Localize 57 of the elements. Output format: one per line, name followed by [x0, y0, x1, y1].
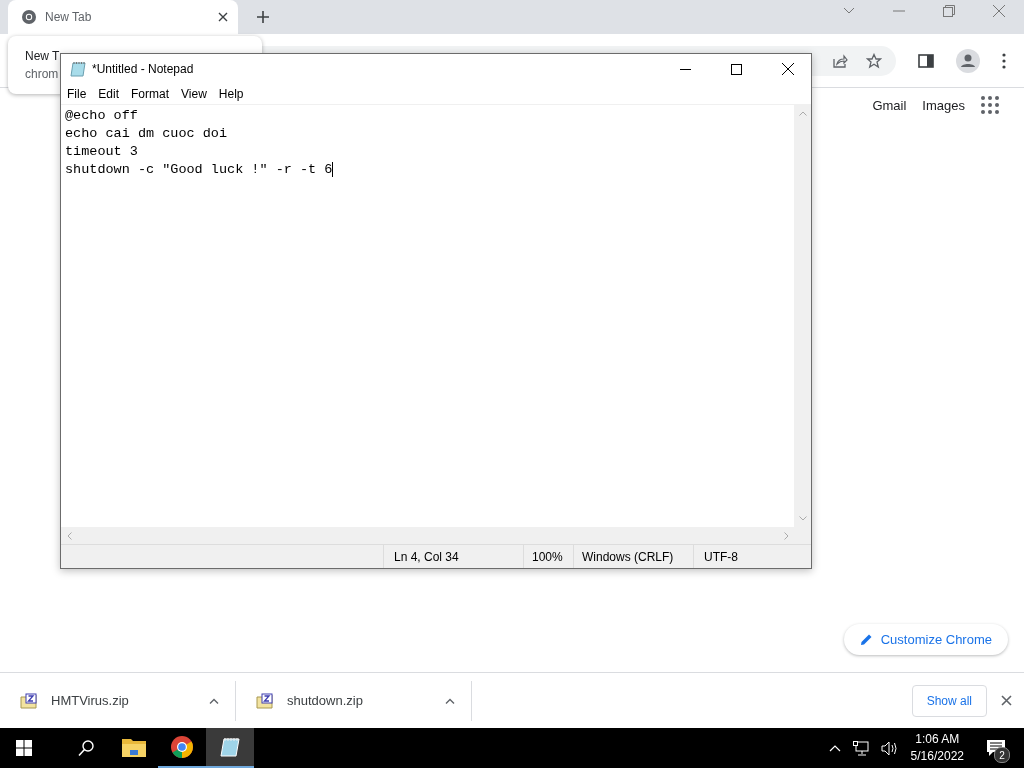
star-icon[interactable] [866, 52, 882, 69]
profile-icon[interactable] [956, 48, 980, 73]
code-line: echo cai dm cuoc doi [65, 126, 228, 141]
close-icon[interactable] [1001, 695, 1012, 706]
status-line-ending: Windows (CRLF) [573, 545, 693, 568]
restore-icon[interactable] [943, 4, 955, 17]
taskbar-notepad-button[interactable] [206, 728, 254, 768]
chrome-icon [170, 735, 194, 759]
chrome-icon [21, 9, 37, 25]
status-encoding: UTF-8 [693, 545, 811, 568]
text-editor[interactable]: @echo off echo cai dm cuoc doi timeout 3 shutdown -c "Good luck !" -r -t 6 [61, 105, 794, 527]
menu-item[interactable]: View [181, 87, 207, 101]
code-line: shutdown -c "Good luck !" -r -t 6 [65, 162, 333, 177]
tooltip-url: chrom [25, 67, 59, 81]
clock-time[interactable]: 1:06 AM [915, 731, 960, 748]
minimize-icon[interactable] [680, 68, 691, 70]
zip-file-icon [20, 692, 38, 709]
menu-item[interactable]: Help [218, 87, 244, 101]
close-icon[interactable] [218, 12, 228, 22]
speaker-icon[interactable] [880, 740, 899, 756]
search-icon[interactable] [78, 739, 94, 757]
folder-icon [122, 737, 146, 757]
menu-item[interactable]: Edit [98, 87, 120, 101]
chevron-down-icon[interactable] [843, 6, 855, 15]
apps-grid-icon[interactable] [981, 96, 999, 114]
plus-icon[interactable] [256, 10, 270, 24]
status-position: Ln 4, Col 34 [383, 545, 523, 568]
notification-count-badge: 2 [994, 747, 1010, 763]
close-icon[interactable] [782, 63, 794, 75]
notepad-icon [70, 61, 86, 77]
side-panel-icon[interactable] [918, 53, 934, 68]
network-icon[interactable] [852, 740, 869, 756]
caret-up-icon[interactable] [209, 697, 219, 704]
code-line: @echo off [65, 108, 138, 123]
customize-chrome-button[interactable]: Customize Chrome [843, 624, 1008, 655]
pencil-icon [859, 633, 873, 646]
download-item[interactable]: HMTVirus.zip [0, 680, 236, 721]
window-title: *Untitled - Notepad [92, 62, 194, 76]
menu-item[interactable]: File [67, 87, 87, 101]
code-line: timeout 3 [65, 144, 138, 159]
maximize-icon[interactable] [731, 63, 742, 75]
header-link[interactable]: Images [922, 97, 965, 113]
show-all-button[interactable]: Show all [911, 684, 987, 717]
more-icon[interactable] [1002, 52, 1006, 69]
caret-up-icon[interactable] [445, 697, 455, 704]
header-link[interactable]: Gmail [872, 97, 907, 113]
browser-tab[interactable]: New Tab [8, 0, 238, 34]
tooltip-title: New T [25, 49, 60, 63]
clock-date[interactable]: 5/16/2022 [910, 748, 964, 765]
zip-file-icon [256, 692, 274, 709]
windows-start-icon[interactable] [16, 740, 32, 756]
text-cursor [332, 161, 334, 177]
share-icon[interactable] [832, 52, 848, 69]
download-item[interactable]: shutdown.zip [236, 680, 472, 721]
notepad-icon [219, 736, 241, 758]
status-zoom: 100% [523, 545, 573, 568]
menu-item[interactable]: Format [131, 87, 170, 101]
